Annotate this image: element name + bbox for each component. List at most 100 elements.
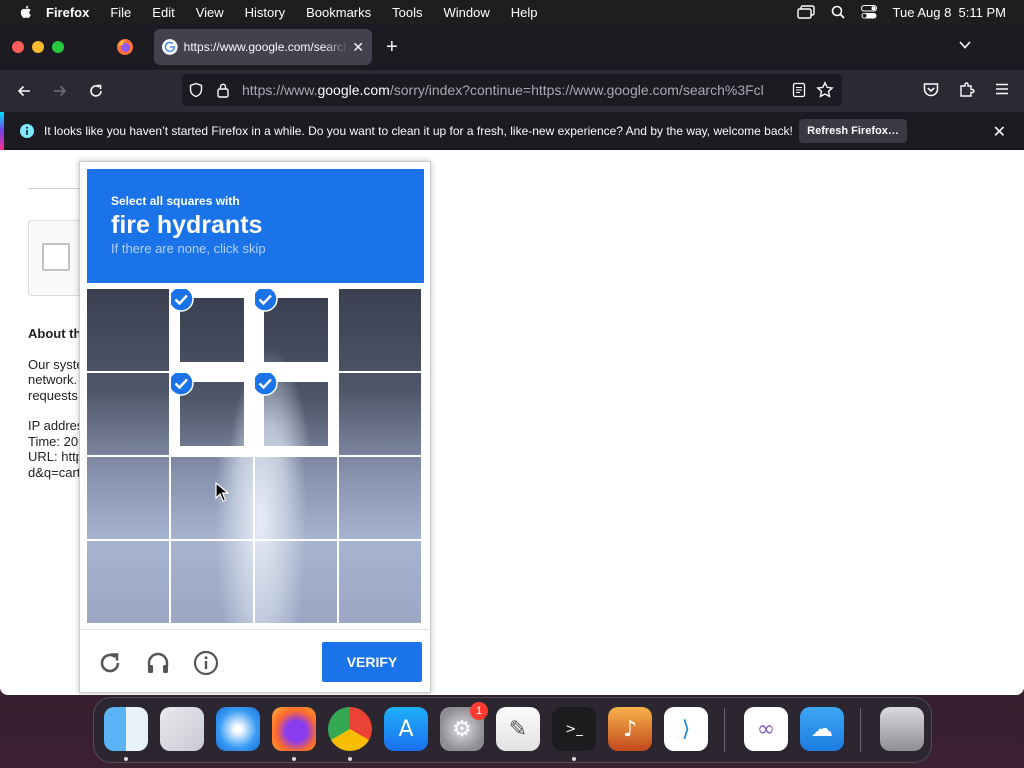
url-line: URL: http	[28, 449, 83, 464]
launchpad-icon[interactable]	[160, 707, 204, 751]
minimize-window-button[interactable]	[32, 41, 44, 53]
tile-image	[171, 541, 253, 623]
back-button[interactable]	[14, 81, 34, 101]
tile-image	[255, 457, 337, 539]
apple-logo-icon[interactable]	[18, 4, 34, 20]
captcha-tile[interactable]	[87, 457, 169, 539]
refresh-firefox-button[interactable]: Refresh Firefox…	[799, 119, 907, 143]
menu-file[interactable]: File	[110, 5, 131, 20]
captcha-tile[interactable]	[87, 289, 169, 371]
tile-image	[87, 457, 169, 539]
menu-firefox[interactable]: Firefox	[46, 5, 89, 20]
hamburger-menu-icon[interactable]	[994, 81, 1010, 97]
bookmark-star-icon[interactable]	[816, 81, 834, 99]
new-tab-icon[interactable]: +	[386, 36, 398, 59]
not-a-robot-checkbox[interactable]	[42, 243, 70, 271]
verify-button[interactable]: VERIFY	[322, 642, 422, 682]
dock-separator	[860, 708, 861, 752]
fullscreen-window-button[interactable]	[52, 41, 64, 53]
firefox-view-icon[interactable]	[116, 38, 134, 56]
safari-icon[interactable]	[216, 707, 260, 751]
tile-image	[255, 541, 337, 623]
spotlight-search-icon[interactable]	[831, 5, 845, 19]
menu-tools[interactable]: Tools	[392, 5, 422, 20]
chrome-icon[interactable]	[328, 707, 372, 751]
dock: A ⚙ ✎ >_ ♪ ⟩ ∞ ☁ 1	[93, 697, 932, 763]
captcha-tile[interactable]	[255, 541, 337, 623]
reload-challenge-icon[interactable]	[97, 650, 123, 676]
forward-button[interactable]	[50, 81, 70, 101]
challenge-header: Select all squares with fire hydrants If…	[87, 169, 424, 283]
lock-icon[interactable]	[216, 82, 230, 98]
menu-window[interactable]: Window	[444, 5, 490, 20]
audio-challenge-headphones-icon[interactable]	[145, 650, 171, 676]
about-text-line-1: Our syste	[28, 357, 84, 372]
about-heading: About th	[28, 326, 82, 341]
refresh-firefox-notification: It looks like you haven’t started Firefo…	[0, 112, 1024, 150]
screen-mirroring-icon[interactable]	[796, 5, 815, 19]
reload-button[interactable]	[86, 81, 106, 101]
query-line: d&q=cart	[28, 465, 81, 480]
navigation-toolbar: https://www.google.com/sorry/index?conti…	[0, 70, 1024, 112]
menu-edit[interactable]: Edit	[152, 5, 174, 20]
captcha-tile[interactable]	[339, 289, 421, 371]
close-tab-icon[interactable]: ✕	[352, 39, 364, 56]
weather-icon[interactable]: ☁	[800, 707, 844, 751]
vscode-icon[interactable]: ⟩	[664, 707, 708, 751]
running-indicator	[124, 757, 128, 761]
chevron-down-icon[interactable]	[958, 38, 972, 52]
trash-icon[interactable]	[880, 707, 924, 751]
menu-bar: Firefox File Edit View History Bookmarks…	[0, 0, 1024, 24]
help-info-icon[interactable]	[193, 650, 219, 676]
captcha-tile[interactable]	[171, 457, 253, 539]
tile-image	[87, 289, 169, 371]
close-notification-icon[interactable]: ✕	[993, 122, 1006, 142]
tab-google-search[interactable]: https://www.google.com/search?q ✕	[154, 29, 372, 65]
tab-bar: https://www.google.com/search?q ✕ +	[0, 24, 1024, 70]
pocket-icon[interactable]	[922, 81, 940, 99]
captcha-tile[interactable]	[87, 541, 169, 623]
tile-image	[339, 289, 421, 371]
window-controls	[12, 41, 64, 53]
terminal-icon[interactable]: >_	[552, 707, 596, 751]
tracking-protection-shield-icon[interactable]	[188, 82, 204, 98]
recaptcha-challenge: Select all squares with fire hydrants If…	[79, 161, 432, 693]
menu-history[interactable]: History	[245, 5, 285, 20]
menu-clock[interactable]: Tue Aug 8 5:11 PM	[893, 5, 1006, 20]
garageband-icon[interactable]: ♪	[608, 707, 652, 751]
app-store-icon[interactable]: A	[384, 707, 428, 751]
reload-icon	[90, 84, 102, 97]
mouse-pointer-icon	[215, 482, 229, 502]
menu-view[interactable]: View	[196, 5, 224, 20]
finder-icon[interactable]	[104, 707, 148, 751]
info-icon	[20, 124, 34, 138]
menu-help[interactable]: Help	[511, 5, 538, 20]
tile-image	[87, 373, 169, 455]
url-scheme: https://www.	[242, 82, 318, 98]
visual-studio-icon[interactable]: ∞	[744, 707, 788, 751]
extensions-puzzle-icon[interactable]	[958, 81, 976, 99]
url-text[interactable]: https://www.google.com/sorry/index?conti…	[242, 82, 782, 98]
textedit-icon[interactable]: ✎	[496, 707, 540, 751]
captcha-tile[interactable]	[171, 373, 253, 455]
running-indicator	[348, 757, 352, 761]
captcha-tile[interactable]	[171, 289, 253, 371]
captcha-tile[interactable]	[339, 373, 421, 455]
captcha-tile[interactable]	[255, 373, 337, 455]
tab-title: https://www.google.com/search?q	[183, 40, 349, 54]
captcha-tile[interactable]	[255, 457, 337, 539]
captcha-tile[interactable]	[87, 373, 169, 455]
firefox-icon[interactable]	[272, 707, 316, 751]
captcha-tile[interactable]	[339, 457, 421, 539]
tile-image	[171, 457, 253, 539]
close-window-button[interactable]	[12, 41, 24, 53]
captcha-tile[interactable]	[255, 289, 337, 371]
challenge-target: fire hydrants	[111, 211, 263, 239]
reader-view-icon[interactable]	[792, 82, 806, 98]
captcha-tile[interactable]	[339, 541, 421, 623]
address-bar[interactable]: https://www.google.com/sorry/index?conti…	[182, 74, 842, 106]
captcha-tile[interactable]	[171, 541, 253, 623]
notification-badge: 1	[470, 702, 488, 720]
control-center-icon[interactable]	[860, 5, 877, 19]
menu-bookmarks[interactable]: Bookmarks	[306, 5, 371, 20]
